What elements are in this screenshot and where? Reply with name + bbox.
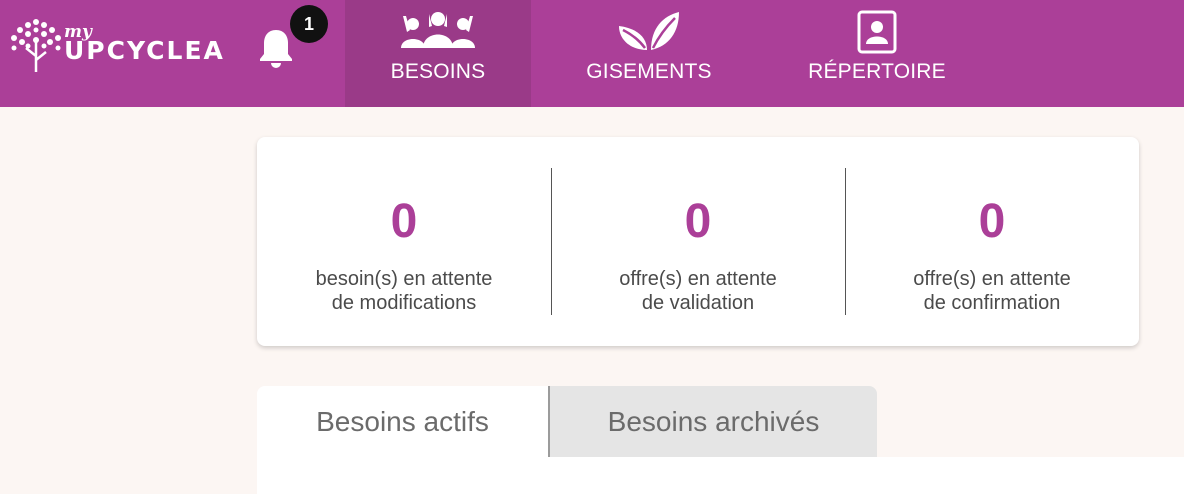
stat-label-line1: besoin(s) en attente — [315, 268, 493, 290]
tab-panel — [257, 457, 1184, 494]
stat-offres-confirmation[interactable]: 0 offre(s) en attente de confirmation — [845, 137, 1139, 346]
top-navbar: my UPCYCLEA 1 BESOINS GISEMENTS RÉPERTOI… — [0, 0, 1184, 107]
nav-gisements-label: GISEMENTS — [586, 60, 712, 83]
people-icon — [401, 12, 475, 48]
besoins-tabs: Besoins actifs Besoins archivés — [257, 386, 877, 457]
notifications-button[interactable] — [256, 26, 296, 70]
notification-count-badge: 1 — [290, 5, 328, 43]
stat-label-line1: offre(s) en attente — [619, 268, 777, 290]
stat-label: offre(s) en attente de validation — [571, 267, 825, 315]
stat-value: 0 — [684, 195, 712, 248]
stat-label-line2: de validation — [641, 292, 755, 314]
nav-repertoire[interactable]: RÉPERTOIRE — [784, 0, 970, 107]
logo-wordmark: UPCYCLEA — [64, 36, 225, 65]
stat-label: offre(s) en attente de confirmation — [865, 267, 1119, 315]
nav-besoins[interactable]: BESOINS — [345, 0, 531, 107]
contact-book-icon — [857, 10, 897, 54]
tab-besoins-actifs[interactable]: Besoins actifs — [257, 386, 548, 457]
stat-besoins-modifications[interactable]: 0 besoin(s) en attente de modifications — [257, 137, 551, 346]
stat-value: 0 — [390, 195, 418, 248]
upcyclea-logo[interactable]: my UPCYCLEA — [8, 16, 238, 76]
tab-besoins-archives[interactable]: Besoins archivés — [548, 386, 877, 457]
stat-label-line2: de modifications — [331, 292, 477, 314]
bell-icon — [260, 30, 292, 68]
stat-label-line2: de confirmation — [923, 292, 1061, 314]
nav-gisements[interactable]: GISEMENTS — [556, 0, 742, 107]
stat-offres-validation[interactable]: 0 offre(s) en attente de validation — [551, 137, 845, 346]
nav-besoins-label: BESOINS — [390, 60, 486, 83]
stat-label-line1: offre(s) en attente — [913, 268, 1071, 290]
tree-logo-icon — [11, 19, 61, 72]
leaves-icon — [619, 12, 679, 50]
nav-repertoire-label: RÉPERTOIRE — [808, 60, 946, 83]
stat-label: besoin(s) en attente de modifications — [277, 267, 531, 315]
pending-stats-card: 0 besoin(s) en attente de modifications … — [257, 137, 1139, 346]
stat-value: 0 — [978, 195, 1006, 248]
